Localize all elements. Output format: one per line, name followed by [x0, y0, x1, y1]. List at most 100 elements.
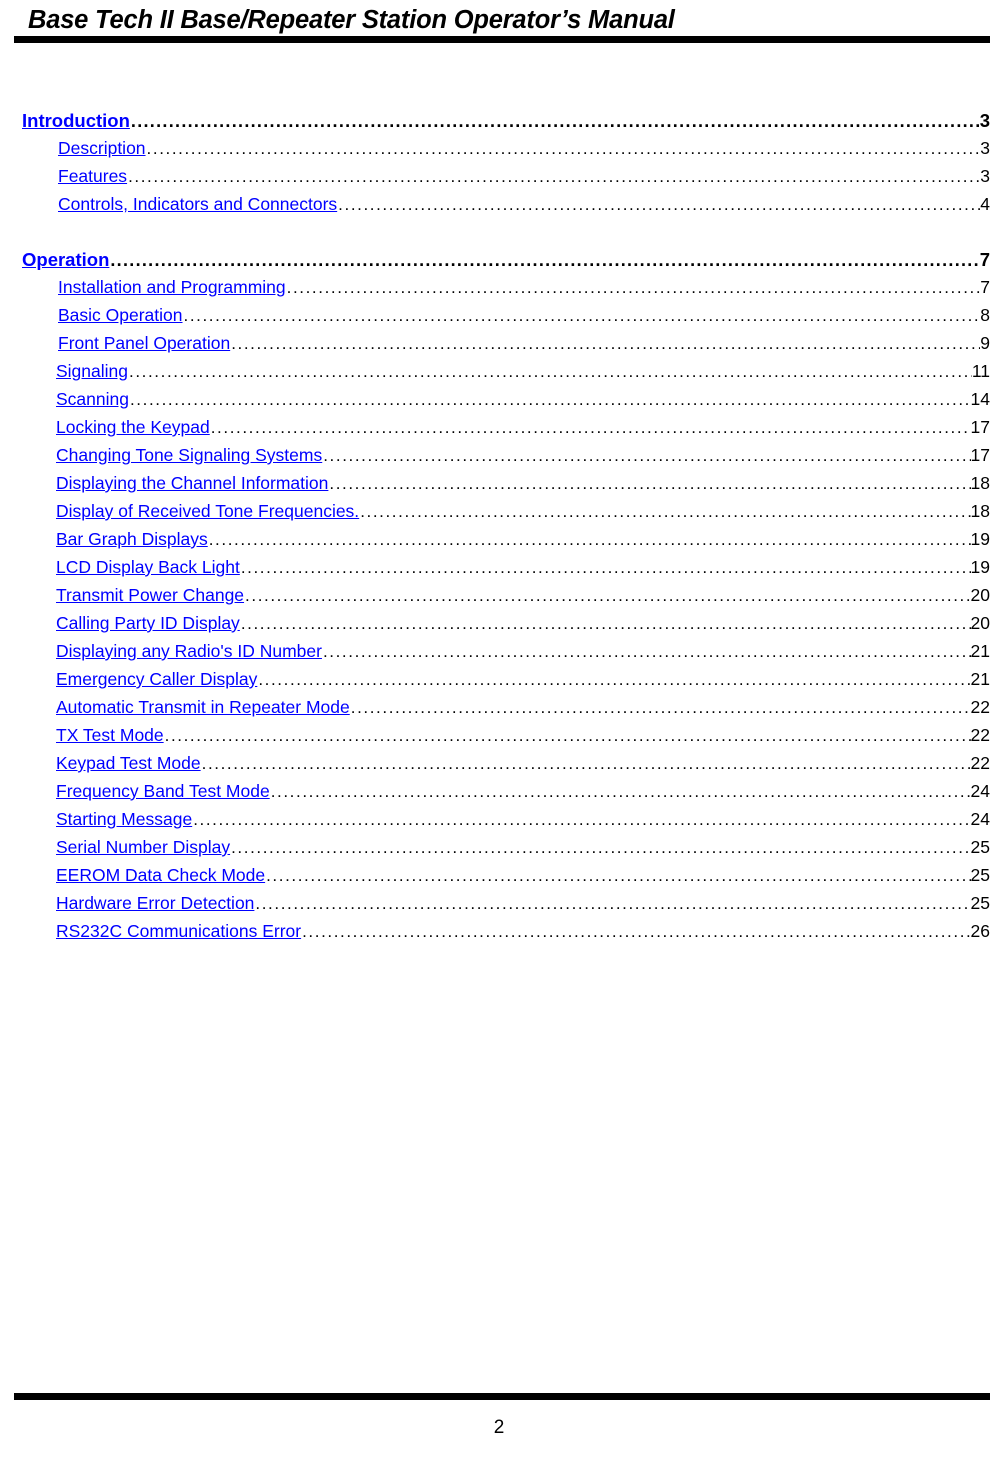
toc-dot-leader: ........................................… — [240, 614, 971, 633]
toc-entry-level-3[interactable]: Starting Message........................… — [0, 809, 998, 837]
toc-dot-leader: ........................................… — [129, 362, 972, 381]
toc-entry-link[interactable]: LCD Display Back Light — [56, 557, 240, 578]
toc-entry-level-3[interactable]: Emergency Caller Display................… — [0, 669, 998, 697]
toc-entry-level-3[interactable]: Signaling...............................… — [0, 361, 998, 389]
toc-entry-level-3[interactable]: Bar Graph Displays......................… — [0, 529, 998, 557]
toc-entry-level-3[interactable]: Displaying the Channel Information......… — [0, 473, 998, 501]
toc-entry-page-number: 22 — [970, 753, 990, 773]
toc-entry-link[interactable]: Emergency Caller Display — [56, 669, 257, 690]
toc-entry-link[interactable]: Changing Tone Signaling Systems — [56, 445, 322, 466]
toc-entry-page-number: 20 — [970, 613, 990, 633]
toc-dot-leader: ........................................… — [286, 278, 981, 297]
toc-entry-page-number: 22 — [970, 725, 990, 745]
toc-entry-link[interactable]: Basic Operation — [58, 305, 183, 326]
toc-entry-link[interactable]: Operation — [22, 249, 109, 271]
toc-entry-level-2[interactable]: Controls, Indicators and Connectors.....… — [0, 194, 998, 222]
toc-dot-leader: ........................................… — [146, 139, 981, 158]
toc-entry-link[interactable]: Hardware Error Detection — [56, 893, 254, 914]
toc-entry-level-1[interactable]: Introduction............................… — [0, 110, 998, 138]
toc-entry-link[interactable]: Frequency Band Test Mode — [56, 781, 270, 802]
toc-dot-leader: ........................................… — [201, 754, 971, 773]
toc-entry-page-number: 19 — [970, 529, 990, 549]
toc-dot-leader: ........................................… — [231, 334, 980, 353]
toc-entry-level-3[interactable]: Scanning................................… — [0, 389, 998, 417]
toc-entry-level-3[interactable]: RS232C Communications Error.............… — [0, 921, 998, 949]
toc-entry-link[interactable]: Automatic Transmit in Repeater Mode — [56, 697, 350, 718]
toc-entry-link[interactable]: Displaying any Radio's ID Number — [56, 641, 322, 662]
toc-entry-link[interactable]: Serial Number Display — [56, 837, 230, 858]
toc-entry-level-3[interactable]: Calling Party ID Display................… — [0, 613, 998, 641]
toc-dot-leader: ........................................… — [208, 530, 971, 549]
toc-dot-leader: ........................................… — [350, 698, 971, 717]
toc-entry-page-number: 8 — [980, 305, 990, 325]
toc-entry-page-number: 24 — [970, 781, 990, 801]
toc-entry-page-number: 21 — [970, 641, 990, 661]
toc-entry-page-number: 24 — [970, 809, 990, 829]
toc-entry-page-number: 25 — [970, 837, 990, 857]
toc-entry-level-3[interactable]: Transmit Power Change...................… — [0, 585, 998, 613]
toc-entry-page-number: 18 — [970, 501, 990, 521]
toc-dot-leader: ........................................… — [322, 642, 971, 661]
toc-entry-page-number: 14 — [970, 389, 990, 409]
toc-dot-leader: ........................................… — [193, 810, 971, 829]
toc-entry-link[interactable]: Bar Graph Displays — [56, 529, 208, 550]
toc-entry-level-2[interactable]: Features................................… — [0, 166, 998, 194]
toc-entry-page-number: 18 — [970, 473, 990, 493]
toc-dot-leader: ........................................… — [302, 922, 970, 941]
toc-entry-link[interactable]: Front Panel Operation — [58, 333, 230, 354]
toc-entry-page-number: 19 — [970, 557, 990, 577]
footer-divider-rule — [14, 1393, 990, 1400]
toc-entry-link[interactable]: Keypad Test Mode — [56, 753, 201, 774]
toc-section-spacer — [0, 222, 998, 249]
toc-entry-level-3[interactable]: TX Test Mode............................… — [0, 725, 998, 753]
toc-entry-link[interactable]: Installation and Programming — [58, 277, 286, 298]
toc-entry-page-number: 26 — [970, 921, 990, 941]
toc-entry-level-3[interactable]: Hardware Error Detection................… — [0, 893, 998, 921]
toc-entry-level-2[interactable]: Front Panel Operation...................… — [0, 333, 998, 361]
toc-entry-link[interactable]: Calling Party ID Display — [56, 613, 240, 634]
page-number: 2 — [493, 1417, 505, 1438]
toc-entry-level-2[interactable]: Description.............................… — [0, 138, 998, 166]
toc-dot-leader: ........................................… — [231, 838, 971, 857]
toc-entry-link[interactable]: RS232C Communications Error — [56, 921, 301, 942]
toc-entry-level-3[interactable]: Changing Tone Signaling Systems.........… — [0, 445, 998, 473]
toc-entry-link[interactable]: EEROM Data Check Mode — [56, 865, 265, 886]
toc-entry-page-number: 22 — [970, 697, 990, 717]
header-divider-rule — [14, 36, 990, 43]
toc-dot-leader: ........................................… — [323, 446, 970, 465]
toc-entry-level-2[interactable]: Basic Operation.........................… — [0, 305, 998, 333]
toc-entry-link[interactable]: Locking the Keypad — [56, 417, 210, 438]
toc-entry-page-number: 25 — [970, 865, 990, 885]
toc-entry-link[interactable]: Features — [58, 166, 127, 187]
toc-entry-level-3[interactable]: Frequency Band Test Mode................… — [0, 781, 998, 809]
toc-entry-link[interactable]: Transmit Power Change — [56, 585, 244, 606]
toc-entry-link[interactable]: TX Test Mode — [56, 725, 164, 746]
toc-entry-level-3[interactable]: Locking the Keypad......................… — [0, 417, 998, 445]
toc-entry-link[interactable]: Introduction — [22, 110, 130, 132]
toc-entry-link[interactable]: Controls, Indicators and Connectors — [58, 194, 337, 215]
toc-entry-page-number: 9 — [980, 333, 990, 353]
toc-entry-link[interactable]: Description — [58, 138, 146, 159]
toc-dot-leader: ........................................… — [128, 167, 980, 186]
toc-entry-link[interactable]: Displaying the Channel Information — [56, 473, 328, 494]
toc-entry-level-3[interactable]: Serial Number Display...................… — [0, 837, 998, 865]
toc-dot-leader: ........................................… — [329, 474, 970, 493]
toc-dot-leader: ........................................… — [255, 894, 970, 913]
toc-entry-level-3[interactable]: Keypad Test Mode........................… — [0, 753, 998, 781]
toc-entry-level-3[interactable]: Automatic Transmit in Repeater Mode.....… — [0, 697, 998, 725]
toc-entry-level-1[interactable]: Operation...............................… — [0, 249, 998, 277]
toc-dot-leader: ........................................… — [245, 586, 970, 605]
toc-entry-link[interactable]: Display of Received Tone Frequencies. — [56, 501, 359, 522]
toc-entry-link[interactable]: Signaling — [56, 361, 128, 382]
toc-entry-level-3[interactable]: Display of Received Tone Frequencies....… — [0, 501, 998, 529]
toc-dot-leader: ........................................… — [270, 782, 971, 801]
toc-entry-level-3[interactable]: LCD Display Back Light..................… — [0, 557, 998, 585]
toc-entry-link[interactable]: Starting Message — [56, 809, 192, 830]
toc-entry-page-number: 7 — [980, 277, 990, 297]
toc-entry-page-number: 20 — [970, 585, 990, 605]
toc-entry-level-3[interactable]: Displaying any Radio's ID Number........… — [0, 641, 998, 669]
toc-entry-link[interactable]: Scanning — [56, 389, 129, 410]
toc-entry-level-2[interactable]: Installation and Programming............… — [0, 277, 998, 305]
toc-entry-page-number: 3 — [980, 138, 990, 158]
toc-entry-level-3[interactable]: EEROM Data Check Mode...................… — [0, 865, 998, 893]
